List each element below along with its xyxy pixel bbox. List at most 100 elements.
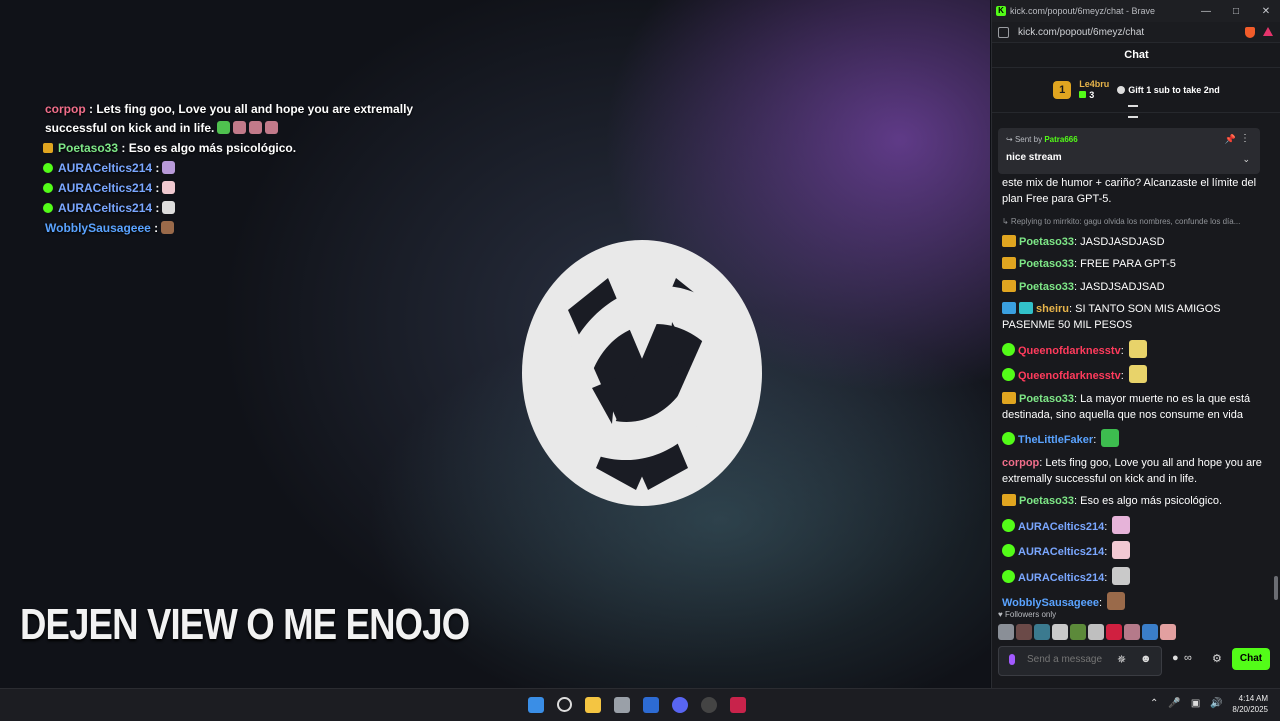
verified-badge-icon[interactable]	[1002, 518, 1015, 532]
minimize-icon[interactable]: —	[1191, 6, 1221, 17]
url-text[interactable]: kick.com/popout/6meyz/chat	[1018, 27, 1144, 38]
chat-message[interactable]: WobblySausageee:	[1002, 592, 1266, 611]
crown-badge-icon[interactable]	[1002, 494, 1016, 506]
pin-icon[interactable]: 📌	[1225, 134, 1236, 145]
obs-icon[interactable]	[701, 697, 717, 713]
top-gifter-name[interactable]: Le4bru	[1079, 79, 1109, 90]
chat-username[interactable]: Poetaso33	[1019, 258, 1074, 270]
chat-message[interactable]: este mix de humor + cariño? Alcanzaste e…	[1002, 175, 1266, 207]
chat-message[interactable]: Poetaso33: Eso es algo más psicológico.	[1002, 493, 1266, 509]
message-input-box[interactable]: ✵ ☻	[998, 646, 1162, 676]
close-icon[interactable]: ✕	[1251, 6, 1280, 17]
verified-badge-icon[interactable]	[1002, 432, 1015, 445]
emote-item[interactable]	[1034, 624, 1050, 640]
chat-username[interactable]: sheiru	[1036, 303, 1069, 315]
reply-context[interactable]: ↳ Replying to mirrkito: gagu olvida los …	[1002, 214, 1266, 230]
chat-message[interactable]: AURACeltics214:	[1002, 515, 1266, 535]
emote-item[interactable]	[1016, 624, 1032, 640]
kick-emotes-icon[interactable]: ●	[1172, 652, 1179, 664]
more-options-icon[interactable]: ⋮	[1240, 133, 1250, 144]
chat-emote[interactable]	[1112, 541, 1131, 559]
settings-gear-icon[interactable]: ⚙	[1212, 652, 1222, 665]
start-icon[interactable]	[528, 697, 544, 713]
verified-badge-icon[interactable]	[1002, 342, 1015, 356]
chat-username[interactable]: TheLittleFaker	[1018, 434, 1093, 446]
crown-badge-icon[interactable]	[1002, 257, 1016, 269]
emote-item[interactable]	[1088, 624, 1104, 640]
chat-username[interactable]: Poetaso33	[1019, 236, 1074, 248]
verified-badge-icon[interactable]	[1002, 569, 1015, 583]
store-icon[interactable]	[614, 697, 630, 713]
chat-message[interactable]: Poetaso33: La mayor muerte no es la que …	[1002, 391, 1266, 423]
crown-badge-icon[interactable]	[1002, 279, 1016, 292]
verified-badge-icon[interactable]	[1002, 544, 1015, 557]
chat-scrollbar[interactable]	[1274, 576, 1278, 600]
emote-item[interactable]	[1106, 624, 1122, 640]
chevron-down-icon[interactable]: ⌄	[1242, 154, 1250, 165]
emote-item[interactable]	[998, 624, 1014, 640]
infinity-icon[interactable]: ∞	[1184, 652, 1192, 664]
maximize-icon[interactable]: □	[1221, 6, 1251, 17]
chat-username[interactable]: Poetaso33	[1019, 393, 1074, 405]
chat-message[interactable]: TheLittleFaker:	[1002, 429, 1266, 448]
blue-badge-icon[interactable]	[1002, 302, 1016, 314]
emote-item[interactable]	[1052, 624, 1068, 640]
verified-badge-icon[interactable]	[1002, 368, 1015, 381]
chat-username[interactable]: Poetaso33	[1019, 281, 1074, 293]
tray-chevron-icon[interactable]: ⌃	[1150, 698, 1158, 709]
chat-message[interactable]: sheiru: SI TANTO SON MIS AMIGOS PASENME …	[1002, 301, 1266, 333]
chat-username[interactable]: corpop	[1002, 457, 1039, 469]
expand-menu-icon[interactable]	[1128, 105, 1138, 118]
chat-emote[interactable]	[1128, 365, 1147, 383]
chat-message[interactable]: Queenofdarknesstv:	[1002, 339, 1266, 359]
chat-username[interactable]: Poetaso33	[1019, 495, 1074, 507]
chat-message[interactable]: Poetaso33: JASDJSADJSAD	[1002, 279, 1266, 295]
emote-item[interactable]	[1124, 624, 1140, 640]
send-chat-button[interactable]: Chat	[1232, 648, 1270, 670]
emote-item[interactable]	[1070, 624, 1086, 640]
discord-icon[interactable]	[672, 697, 688, 713]
address-bar[interactable]: kick.com/popout/6meyz/chat	[992, 22, 1280, 43]
chat-username[interactable]: Queenofdarknesstv	[1018, 345, 1121, 357]
chat-username[interactable]: AURACeltics214	[1018, 572, 1104, 584]
chat-username[interactable]: AURACeltics214	[1018, 521, 1104, 533]
chat-username[interactable]: AURACeltics214	[1018, 546, 1104, 558]
gift-leaderboard[interactable]: 1 Le4bru 3 Gift 1 sub to take 2nd	[992, 68, 1280, 118]
emoji-icon[interactable]: ☻	[1140, 653, 1152, 665]
chat-message[interactable]: corpop: Lets fing goo, Love you all and …	[1002, 455, 1266, 487]
overlay-message-text: :	[152, 161, 160, 175]
chat-emote[interactable]	[1112, 515, 1131, 534]
chat-username[interactable]: Queenofdarknesstv	[1018, 370, 1121, 382]
search-icon[interactable]	[557, 697, 572, 712]
emote-item[interactable]	[1142, 624, 1158, 640]
chat-emote[interactable]	[1107, 592, 1126, 610]
pinned-message[interactable]: ↪ Sent by Patra666 nice stream 📌 ⋮ ⌄	[998, 128, 1260, 174]
chat-message[interactable]: AURACeltics214:	[1002, 566, 1266, 586]
chat-username[interactable]: WobblySausageee	[1002, 597, 1099, 609]
site-info-icon[interactable]	[998, 26, 1009, 38]
system-clock[interactable]: 4:14 AM 8/20/2025	[1228, 693, 1268, 715]
microphone-icon[interactable]	[1009, 654, 1015, 665]
chat-emote[interactable]	[1112, 566, 1131, 585]
chat-popout-window: K kick.com/popout/6meyz/chat - Brave — □…	[991, 0, 1280, 688]
teal-badge-icon[interactable]	[1019, 302, 1033, 314]
brave-rewards-icon[interactable]	[1263, 26, 1273, 36]
crown-badge-icon[interactable]	[1002, 391, 1016, 404]
chat-message[interactable]: Queenofdarknesstv:	[1002, 365, 1266, 384]
crown-badge-icon[interactable]	[1002, 234, 1016, 247]
tray-mic-icon[interactable]: 🎤	[1168, 698, 1180, 709]
chat-message[interactable]: Poetaso33: FREE PARA GPT-5	[1002, 256, 1266, 272]
recent-emotes-strip[interactable]	[998, 624, 1176, 640]
chat-emote[interactable]	[1128, 339, 1147, 358]
tray-volume-icon[interactable]: 🔊	[1210, 698, 1222, 709]
brave-taskbar-icon[interactable]	[643, 697, 659, 713]
file-explorer-icon[interactable]	[585, 697, 601, 713]
tray-network-icon[interactable]: ▣	[1191, 698, 1200, 709]
chat-emote[interactable]	[1101, 429, 1120, 447]
brave-shields-icon[interactable]	[1245, 26, 1255, 38]
chat-message[interactable]: AURACeltics214:	[1002, 541, 1266, 560]
emote-item[interactable]	[1160, 624, 1176, 640]
app-icon[interactable]	[730, 697, 746, 713]
translate-icon[interactable]: ✵	[1117, 653, 1126, 666]
chat-message[interactable]: Poetaso33: JASDJASDJASD	[1002, 234, 1266, 250]
